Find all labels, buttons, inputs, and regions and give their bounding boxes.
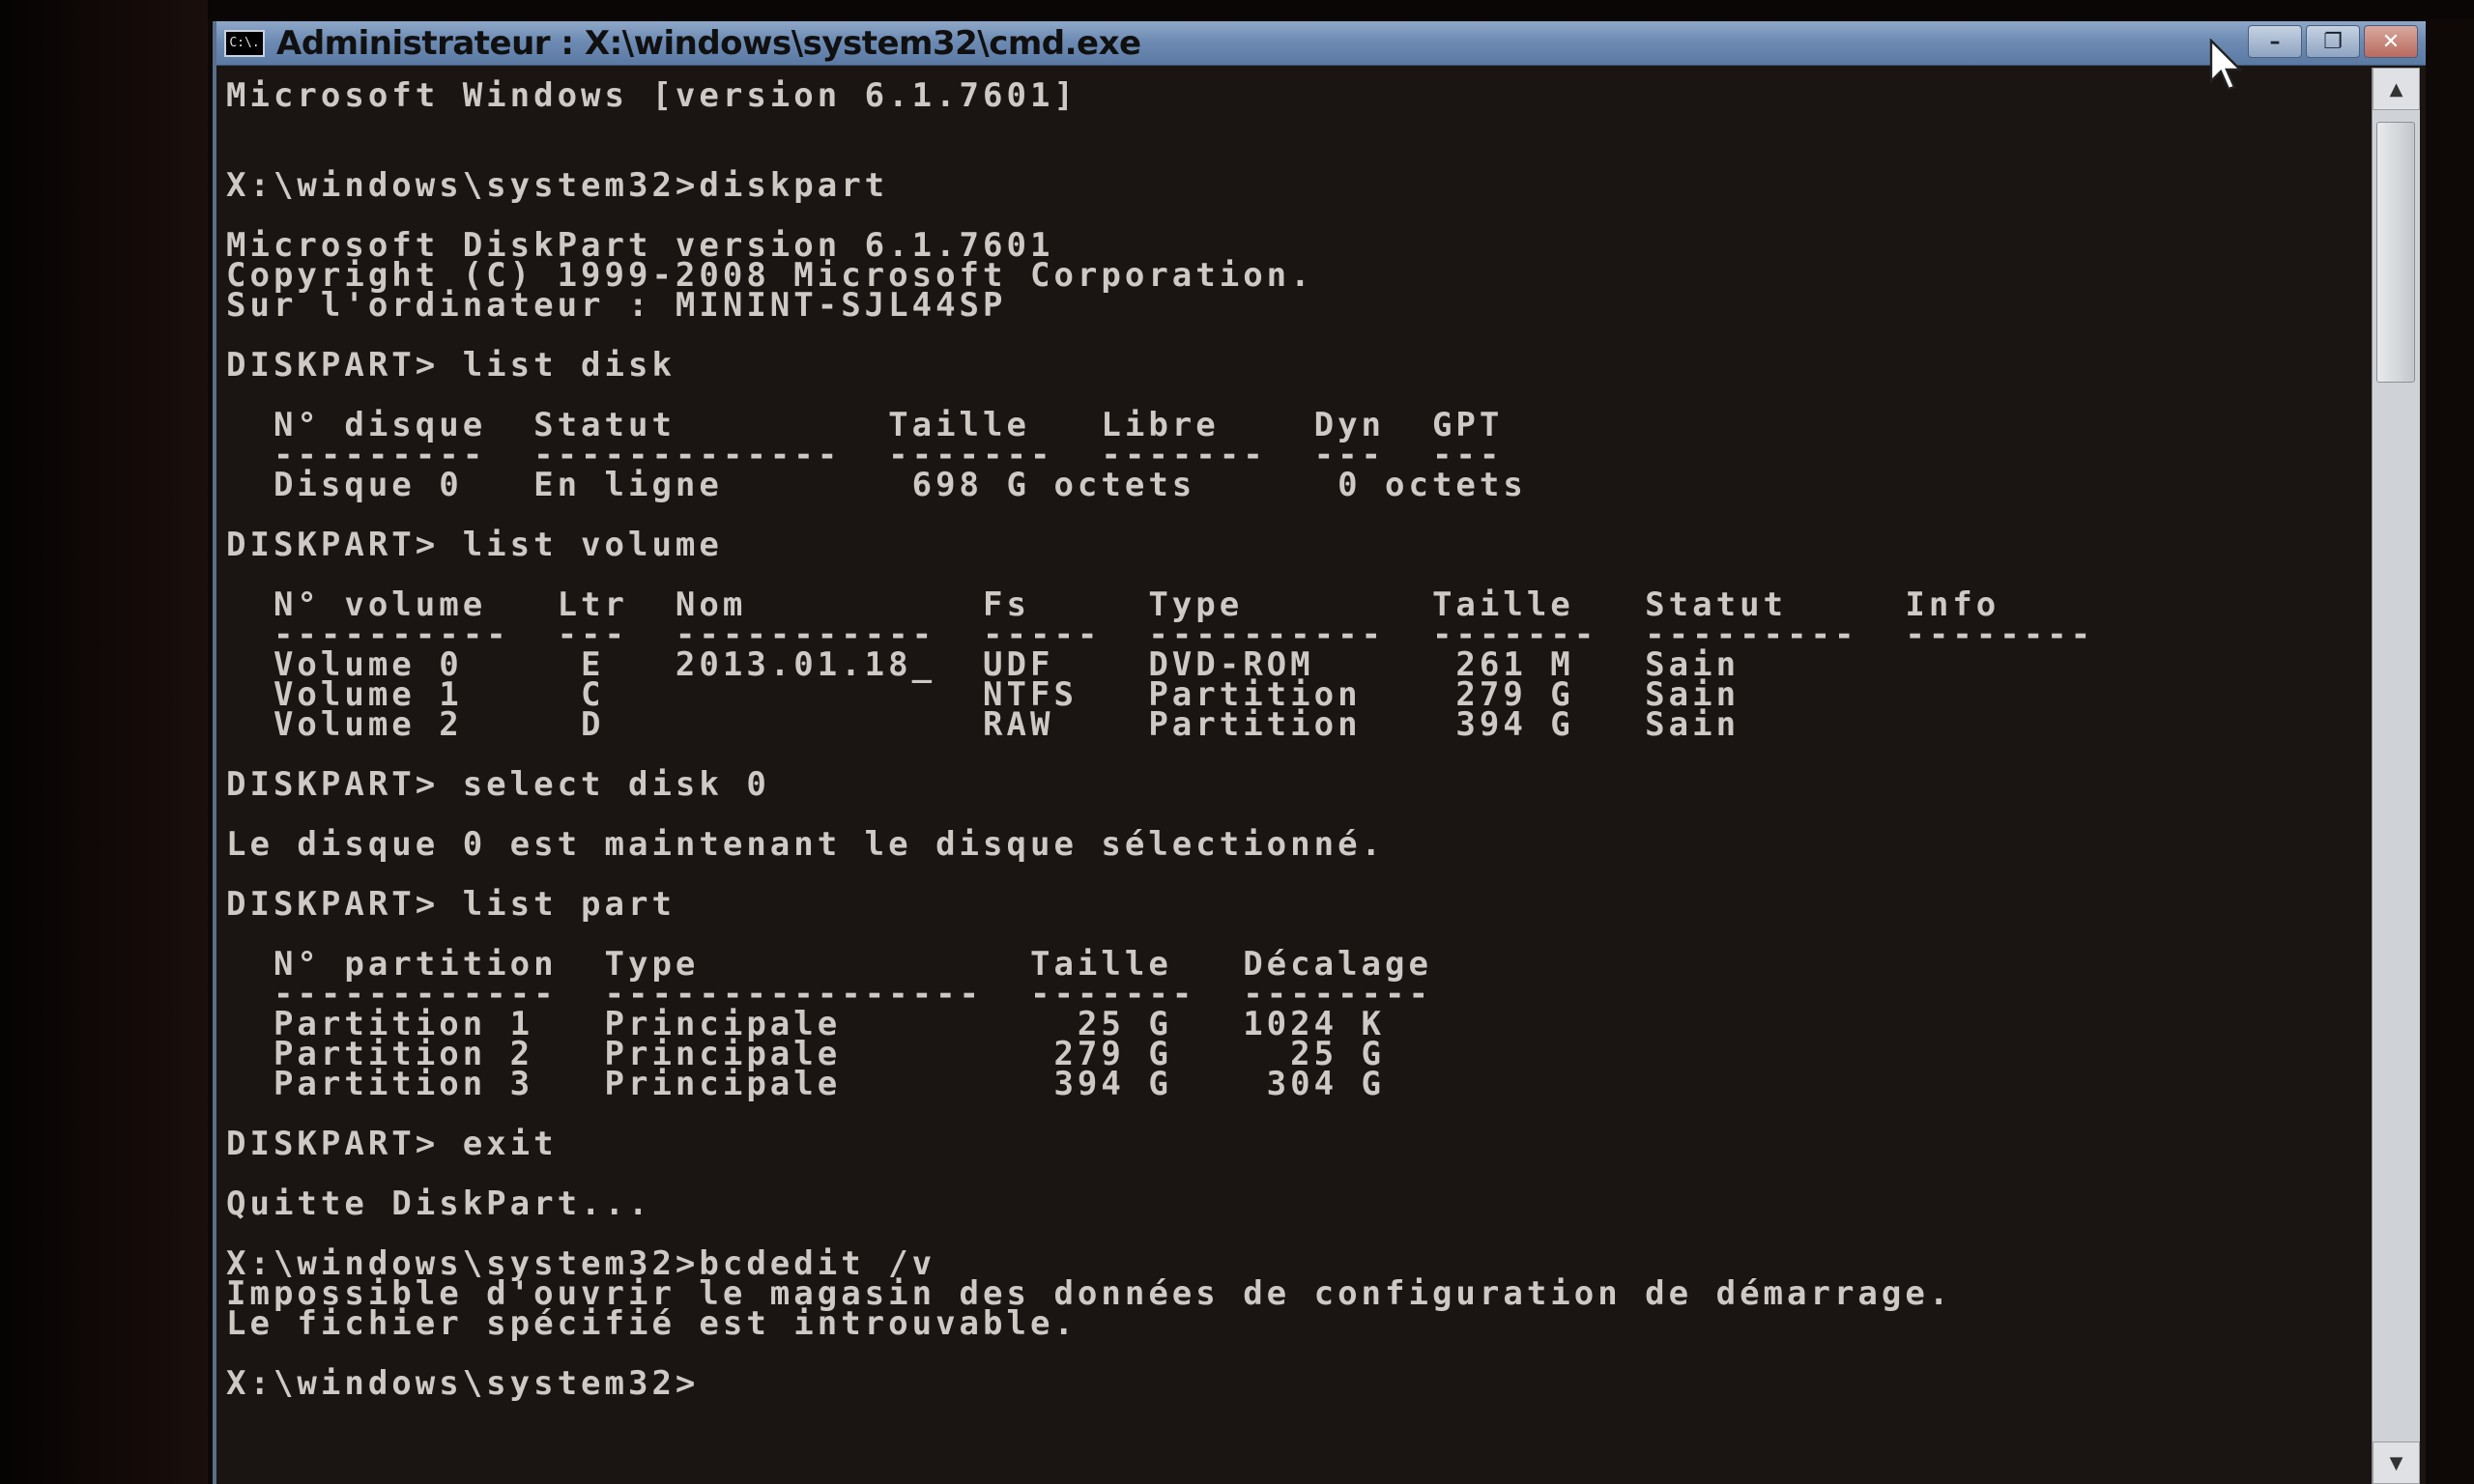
console-line: Le fichier spécifié est introuvable. xyxy=(226,1304,1078,1343)
scroll-thumb[interactable] xyxy=(2376,122,2415,383)
console-line: X:\windows\system32>diskpart xyxy=(226,166,889,205)
mouse-pointer-icon xyxy=(2209,39,2243,91)
console-line: DISKPART> select disk 0 xyxy=(226,765,770,804)
cmd-icon[interactable]: C:\. xyxy=(224,29,265,57)
console-output[interactable]: Microsoft Windows [version 6.1.7601] X:\w… xyxy=(220,68,2366,1478)
console-line: DISKPART> list disk xyxy=(226,346,676,385)
console-line: Partition 3 Principale 394 G 304 G xyxy=(226,1065,1386,1103)
console-line: Microsoft Windows [version 6.1.7601] xyxy=(226,76,1078,115)
console-text: Microsoft Windows [version 6.1.7601] X:\w… xyxy=(226,76,2094,1403)
minimize-button[interactable]: – xyxy=(2248,25,2302,58)
console-line: X:\windows\system32> xyxy=(226,1364,700,1403)
console-line: Volume 2 D RAW Partition 394 G Sain xyxy=(226,705,1740,744)
scroll-down-button[interactable]: ▼ xyxy=(2373,1441,2420,1484)
console-line: DISKPART> list volume xyxy=(226,526,723,564)
console-line: Disque 0 En ligne 698 G octets 0 octets xyxy=(226,466,1527,504)
vertical-scrollbar[interactable]: ▲ ▼ xyxy=(2372,68,2420,1484)
console-line: Sur l'ordinateur : MININT-SJL44SP xyxy=(226,286,1007,325)
console-line: DISKPART> exit xyxy=(226,1125,558,1163)
cmd-window: C:\. Administrateur : X:\windows\system3… xyxy=(213,21,2426,1484)
console-line: DISKPART> list part xyxy=(226,885,676,924)
maximize-button[interactable]: ❐ xyxy=(2306,25,2360,58)
console-line: Le disque 0 est maintenant le disque sél… xyxy=(226,825,1386,864)
console-line: Quitte DiskPart... xyxy=(226,1184,652,1223)
monitor-bezel-left xyxy=(0,0,208,1484)
scroll-up-button[interactable]: ▲ xyxy=(2373,68,2420,110)
window-controls: – ❐ ✕ xyxy=(2248,25,2418,58)
monitor-bezel-top xyxy=(0,0,2474,19)
close-button[interactable]: ✕ xyxy=(2364,25,2418,58)
window-title: Administrateur : X:\windows\system32\cmd… xyxy=(276,23,1141,63)
window-titlebar[interactable]: C:\. Administrateur : X:\windows\system3… xyxy=(216,21,2426,66)
